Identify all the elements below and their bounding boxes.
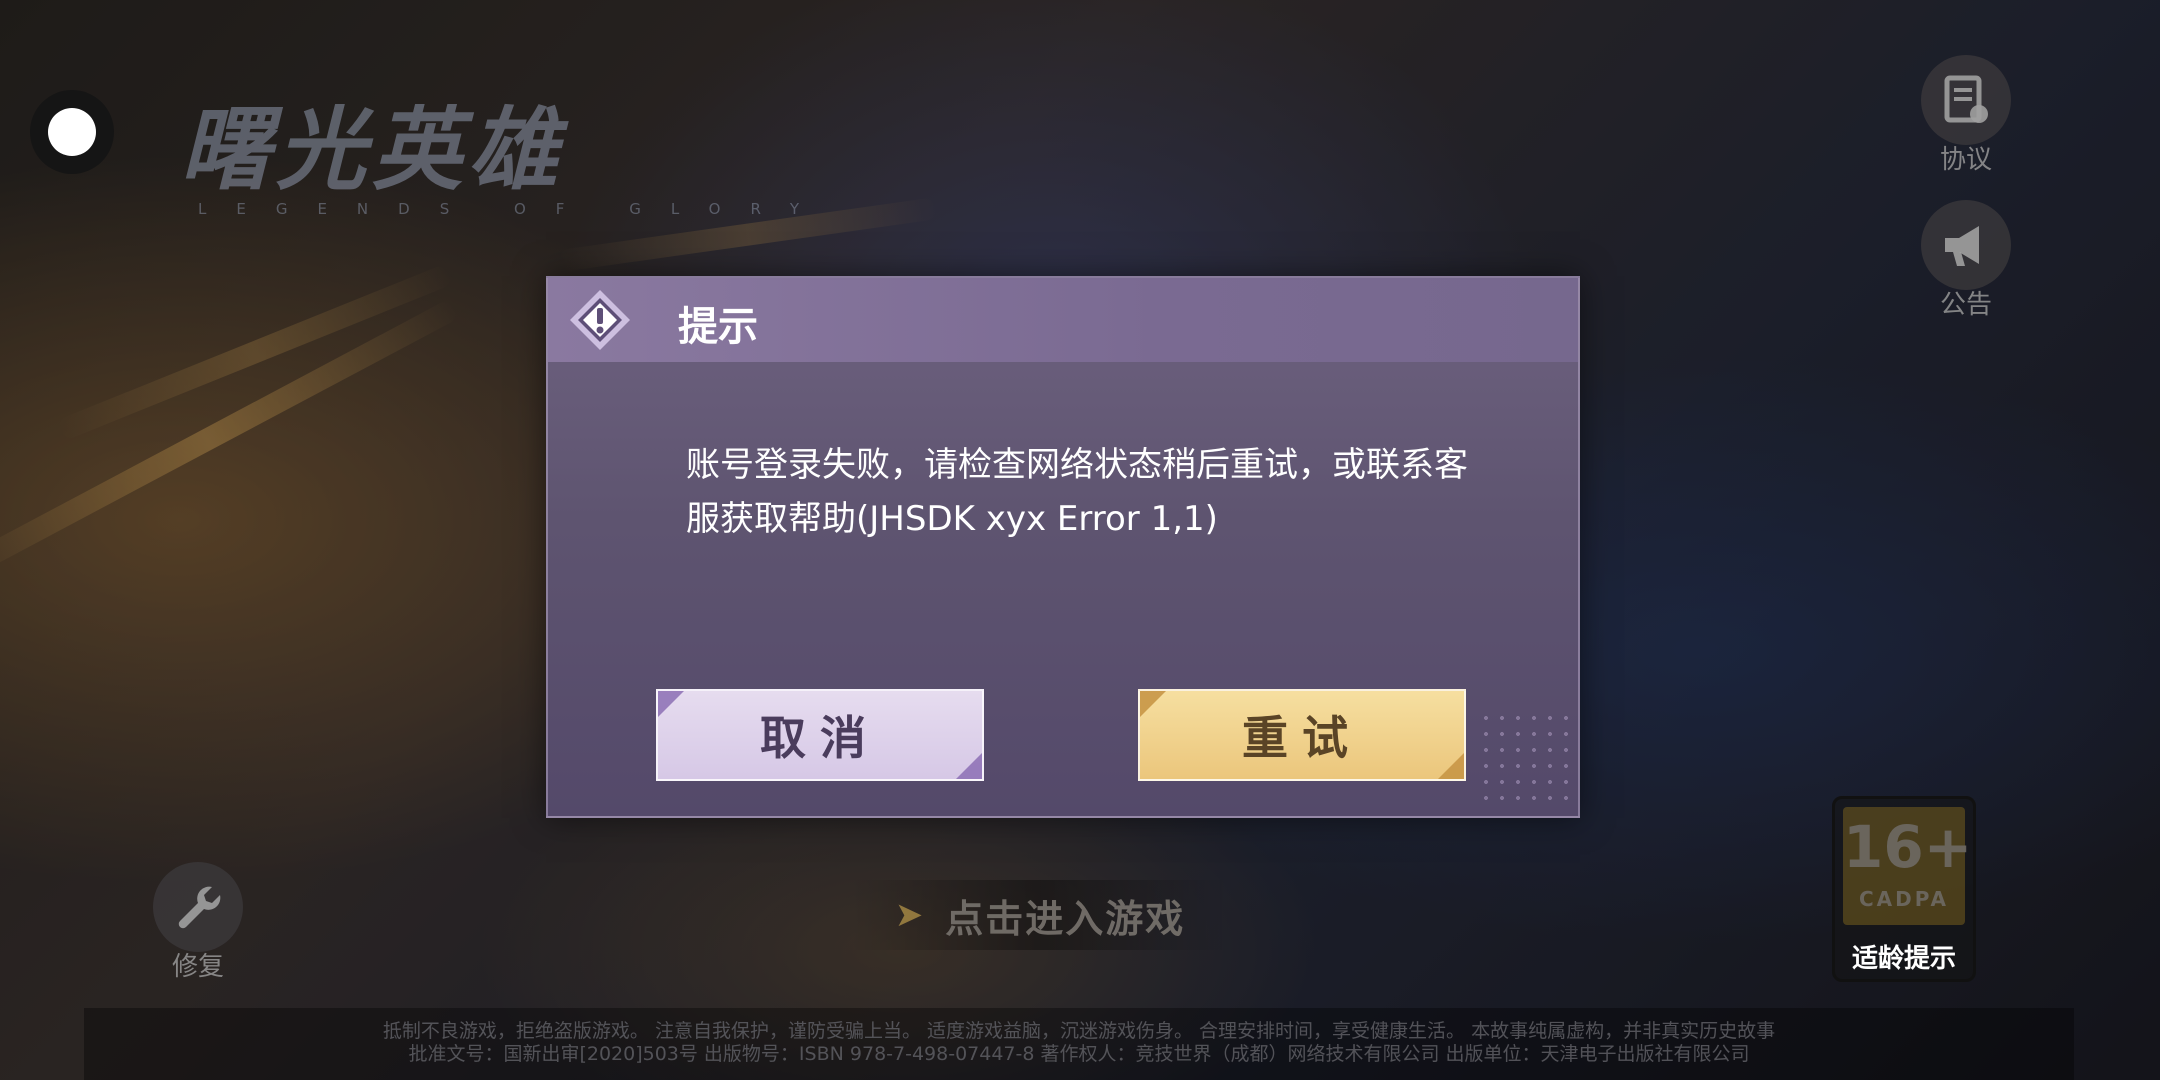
repair-label: 修复	[171, 952, 224, 982]
age-rating-icon: 16+ CADPA	[1843, 807, 1973, 925]
dialog-title: 提示	[678, 304, 758, 350]
corner-decoration	[956, 753, 982, 779]
enter-game-button[interactable]: ➤ 点击进入游戏	[850, 880, 1230, 950]
wrench-icon	[153, 862, 243, 952]
megaphone-icon	[1921, 200, 2011, 290]
agreement-button[interactable]: 协议	[1918, 55, 2014, 176]
enter-game-label: 点击进入游戏	[945, 896, 1186, 941]
legal-footer: 抵制不良游戏，拒绝盗版游戏。 注意自我保护，谨防受骗上当。 适度游戏益脑，沉迷游…	[84, 1008, 2074, 1080]
retry-button[interactable]: 重试	[1138, 689, 1466, 781]
agreement-label: 协议	[1939, 145, 1992, 175]
notice-button[interactable]: 公告	[1918, 200, 2014, 321]
login-error-dialog: 提示 账号登录失败，请检查网络状态稍后重试，或联系客服获取帮助(JHSDK xy…	[546, 276, 1580, 818]
age-rating-badge[interactable]: 16+ CADPA 适龄提示	[1832, 796, 1976, 982]
cancel-label: 取消	[760, 711, 880, 765]
corner-decoration	[1438, 753, 1464, 779]
logo-title: 曙光英雄	[180, 97, 564, 203]
footer-line-1: 抵制不良游戏，拒绝盗版游戏。 注意自我保护，谨防受骗上当。 适度游戏益脑，沉迷游…	[382, 1020, 1776, 1042]
notice-label: 公告	[1939, 290, 1992, 320]
age-number: 16+	[1843, 813, 1973, 881]
cancel-button[interactable]: 取消	[656, 689, 984, 781]
record-icon	[48, 108, 96, 156]
footer-line-2: 批准文号：国新出审[2020]503号 出版物号：ISBN 978-7-498-…	[408, 1043, 1750, 1065]
agreement-icon	[1921, 55, 2011, 145]
dialog-header: 提示	[548, 278, 1578, 362]
arrow-icon: ➤	[894, 895, 924, 935]
repair-button[interactable]: 修复	[150, 862, 246, 983]
game-logo: 曙光英雄 LEGENDS OF GLORY	[180, 97, 799, 218]
corner-decoration	[658, 691, 684, 717]
dialog-message: 账号登录失败，请检查网络状态稍后重试，或联系客服获取帮助(JHSDK xyx E…	[686, 445, 1468, 539]
logo-subtitle: LEGENDS OF GLORY	[198, 200, 830, 218]
corner-decoration	[1140, 691, 1166, 717]
screen-record-button[interactable]	[30, 90, 114, 174]
age-hint-label: 适龄提示	[1851, 944, 1956, 974]
warning-icon	[568, 288, 632, 352]
dot-pattern-decoration	[1478, 710, 1568, 810]
age-org: CADPA	[1858, 887, 1950, 911]
retry-label: 重试	[1242, 711, 1362, 765]
